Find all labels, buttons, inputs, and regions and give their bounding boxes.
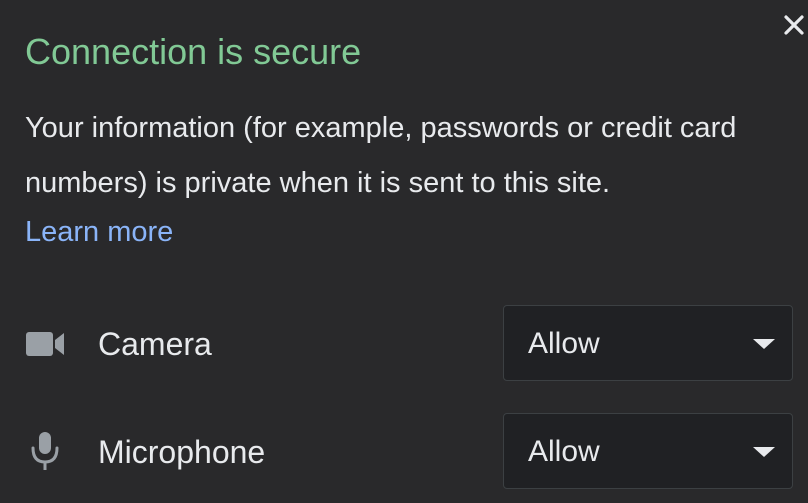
camera-permission-value: Allow: [528, 327, 600, 360]
microphone-permission-select[interactable]: Allow: [503, 413, 793, 489]
site-info-popup: Connection is secure Your information (f…: [0, 0, 808, 503]
close-button[interactable]: [781, 12, 807, 38]
connection-status-title: Connection is secure: [25, 31, 362, 72]
camera-permission-select[interactable]: Allow: [503, 305, 793, 381]
chevron-down-icon: [753, 447, 775, 457]
microphone-label: Microphone: [98, 434, 266, 470]
security-description: Your information (for example, passwords…: [25, 112, 737, 199]
close-icon: [784, 15, 804, 35]
camera-icon: [26, 332, 64, 356]
camera-label: Camera: [98, 326, 212, 362]
microphone-icon: [31, 432, 59, 470]
learn-more-link[interactable]: Learn more: [25, 212, 173, 252]
microphone-permission-value: Allow: [528, 435, 600, 468]
chevron-down-icon: [753, 339, 775, 349]
